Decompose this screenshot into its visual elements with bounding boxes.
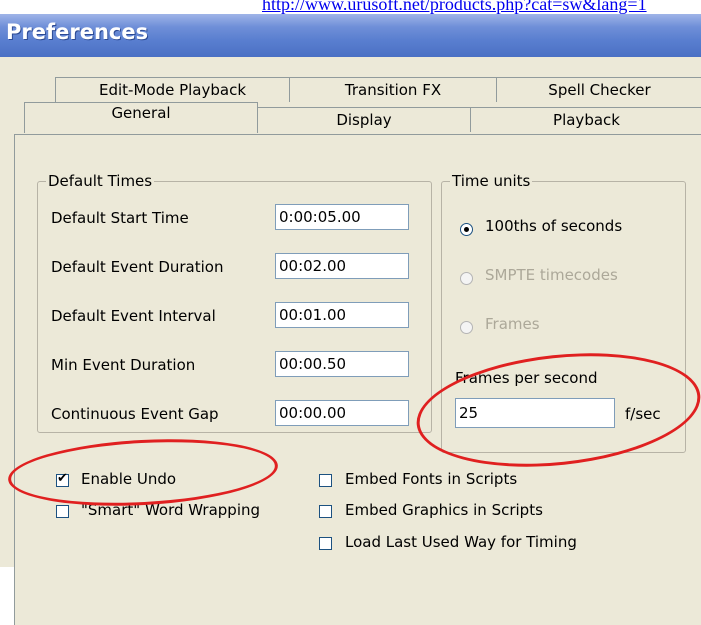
default-event-duration-label: Default Event Duration — [51, 258, 224, 276]
min-event-duration-label: Min Event Duration — [51, 356, 196, 374]
tab-label: Display — [336, 111, 392, 129]
checkbox-embed-graphics-label: Embed Graphics in Scripts — [345, 501, 543, 519]
default-times-legend: Default Times — [46, 172, 155, 190]
radio-frames[interactable] — [460, 321, 473, 334]
tab-label: General — [111, 104, 171, 122]
checkbox-load-last-used-way[interactable] — [319, 537, 332, 550]
tab-label: Transition FX — [344, 81, 442, 99]
default-event-interval-input[interactable]: 00:01.00 — [275, 302, 409, 328]
checkbox-enable-undo-label: Enable Undo — [81, 470, 177, 488]
checkbox-load-last-used-way-label: Load Last Used Way for Timing — [345, 533, 577, 551]
radio-100ths-label: 100ths of seconds — [485, 217, 623, 235]
continuous-event-gap-input[interactable]: 00:00.00 — [275, 400, 409, 426]
radio-frames-label: Frames — [485, 315, 540, 333]
tab-spell-checker[interactable]: Spell Checker — [496, 77, 701, 102]
checkbox-embed-fonts[interactable] — [319, 474, 332, 487]
checkbox-enable-undo[interactable] — [56, 471, 69, 487]
tab-general[interactable]: General — [24, 102, 258, 133]
tab-display[interactable]: Display — [257, 107, 471, 132]
fps-unit: f/sec — [625, 405, 661, 423]
fps-input[interactable]: 25 — [455, 398, 615, 428]
continuous-event-gap-label: Continuous Event Gap — [51, 405, 219, 423]
radio-100ths[interactable] — [460, 223, 473, 236]
tab-transition-fx[interactable]: Transition FX — [289, 77, 497, 102]
time-units-legend: Time units — [450, 172, 533, 190]
default-event-duration-input[interactable]: 00:02.00 — [275, 253, 409, 279]
url-link[interactable]: http://www.urusoft.net/products.php?cat=… — [262, 0, 701, 15]
tab-edit-mode-playback[interactable]: Edit-Mode Playback — [55, 77, 290, 102]
default-start-time-label: Default Start Time — [51, 209, 189, 227]
checkbox-embed-fonts-label: Embed Fonts in Scripts — [345, 470, 518, 488]
checkbox-embed-graphics[interactable] — [319, 505, 332, 518]
window-title: Preferences — [6, 20, 149, 44]
tab-label: Spell Checker — [548, 81, 651, 99]
tab-label: Playback — [553, 111, 620, 129]
default-event-interval-label: Default Event Interval — [51, 307, 216, 325]
window-titlebar: Preferences — [0, 14, 701, 58]
radio-smpte-label: SMPTE timecodes — [485, 266, 618, 284]
default-start-time-input[interactable]: 0:00:05.00 — [275, 204, 409, 230]
fps-label: Frames per second — [455, 369, 598, 387]
tab-label: Edit-Mode Playback — [98, 81, 247, 99]
general-panel: Default Times Default Start Time 0:00:05… — [14, 134, 701, 625]
min-event-duration-input[interactable]: 00:00.50 — [275, 351, 409, 377]
checkbox-smart-word-wrapping-label: "Smart" Word Wrapping — [81, 501, 261, 519]
checkbox-smart-word-wrapping[interactable] — [56, 505, 69, 518]
tab-playback[interactable]: Playback — [470, 107, 701, 132]
radio-smpte[interactable] — [460, 272, 473, 285]
